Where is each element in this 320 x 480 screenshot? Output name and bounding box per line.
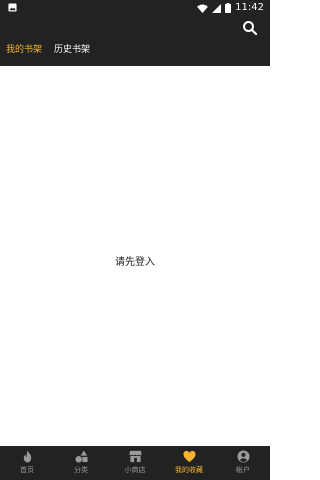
status-right: 11:42 xyxy=(197,0,264,16)
nav-label: 首页 xyxy=(20,466,34,474)
nav-item-store[interactable]: 小商店 xyxy=(108,446,162,480)
shapes-icon xyxy=(74,450,88,463)
tab-my-bookshelf[interactable]: 我的书架 xyxy=(0,42,48,73)
nav-label: 分类 xyxy=(74,466,88,474)
tab-label: 我的书架 xyxy=(6,45,43,55)
nav-label: 帐户 xyxy=(236,466,250,474)
nav-item-account[interactable]: 帐户 xyxy=(216,446,270,480)
image-notification-icon xyxy=(8,3,17,12)
bottom-nav: 首页 分类 小商店 我的收藏 帐户 xyxy=(0,446,270,480)
flame-icon xyxy=(23,450,31,463)
signal-icon xyxy=(212,3,222,13)
app-screen: 11:42 我的书架 历史书架 请先登入 首页 分类 小商店 我的收藏 帐户 xyxy=(0,0,270,480)
battery-icon xyxy=(225,3,232,13)
tab-label: 历史书架 xyxy=(54,45,91,55)
nav-item-category[interactable]: 分类 xyxy=(54,446,108,480)
bookshelf-content: 请先登入 xyxy=(0,66,270,446)
login-prompt[interactable]: 请先登入 xyxy=(0,253,270,268)
app-header: 我的书架 历史书架 xyxy=(0,16,270,73)
store-icon xyxy=(128,450,142,463)
nav-label: 小商店 xyxy=(124,466,146,474)
search-button[interactable] xyxy=(242,20,258,36)
nav-item-home[interactable]: 首页 xyxy=(0,446,54,480)
nav-label: 我的收藏 xyxy=(175,466,203,474)
nav-item-favorites[interactable]: 我的收藏 xyxy=(162,446,216,480)
wifi-icon xyxy=(197,3,209,13)
status-bar: 11:42 xyxy=(0,0,270,16)
search-icon xyxy=(243,21,258,36)
shelf-tabs: 我的书架 历史书架 xyxy=(0,42,96,73)
account-icon xyxy=(236,450,250,463)
tab-history-bookshelf[interactable]: 历史书架 xyxy=(48,42,96,66)
heart-icon xyxy=(182,450,196,463)
status-time: 11:42 xyxy=(235,2,264,13)
